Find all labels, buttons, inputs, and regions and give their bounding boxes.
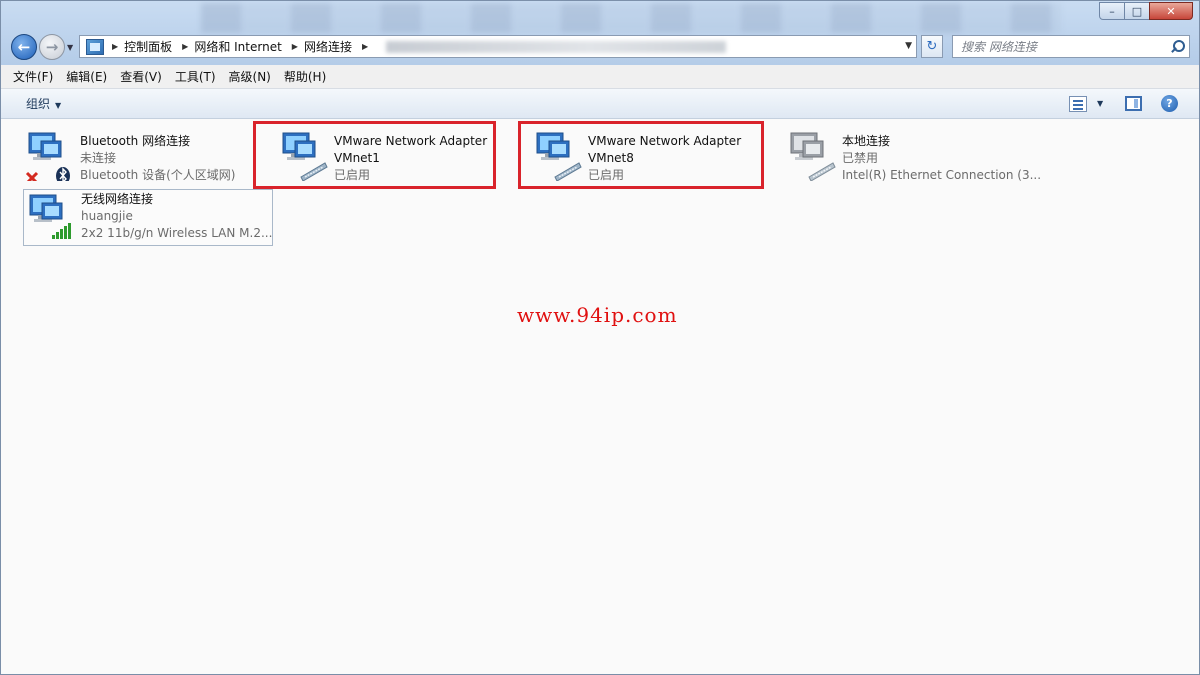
close-button[interactable]: ✕ [1149,2,1193,20]
breadcrumb-control-panel[interactable]: 控制面板 [124,38,172,55]
connection-device: Bluetooth 设备(个人区域网) [80,168,236,182]
chevron-right-icon[interactable]: ▶ [112,42,118,51]
menu-file[interactable]: 文件(F) [13,68,53,85]
menu-help[interactable]: 帮助(H) [284,68,326,85]
blurred-background-text [201,3,1061,33]
menu-bar: 文件(F) 编辑(E) 查看(V) 工具(T) 高级(N) 帮助(H) [1,65,1199,89]
chevron-right-icon[interactable]: ▶ [182,42,188,51]
connection-name: 本地连接 [842,134,891,148]
bluetooth-disconnected-icon [23,129,75,185]
wireless-signal-icon [24,191,76,243]
chevron-right-icon[interactable]: ▶ [292,42,298,51]
connection-wireless[interactable]: 无线网络连接 huangjie 2x2 11b/g/n Wireless LAN… [23,189,273,246]
window-chrome: – □ ✕ ← → ▼ ▶ 控制面板 ▶ 网络和 Internet ▶ 网络连接… [1,1,1199,65]
network-adapter-disabled-icon [785,129,837,182]
connection-status: 未连接 [80,151,117,165]
menu-advanced[interactable]: 高级(N) [229,68,271,85]
connection-info: 本地连接 已禁用 Intel(R) Ethernet Connection (3… [842,133,1041,184]
search-placeholder: 搜索 网络连接 [961,40,1037,54]
connection-info: 无线网络连接 huangjie 2x2 11b/g/n Wireless LAN… [81,191,272,242]
connection-status: huangjie [81,209,133,223]
connection-name: Bluetooth 网络连接 [80,134,191,148]
help-icon[interactable]: ? [1161,95,1178,112]
connection-info: Bluetooth 网络连接 未连接 Bluetooth 设备(个人区域网) [80,133,235,184]
menu-tools[interactable]: 工具(T) [175,68,216,85]
preview-pane-icon[interactable] [1125,96,1142,111]
address-dropdown-icon[interactable]: ▼ [905,41,912,51]
chevron-right-icon[interactable]: ▶ [362,42,368,51]
recent-pages-dropdown-icon[interactable]: ▼ [67,43,73,52]
refresh-button[interactable]: ↻ [921,35,943,58]
control-panel-icon [86,38,104,55]
connection-device: Intel(R) Ethernet Connection (3... [842,168,1042,182]
blurred-address-region [386,40,727,53]
watermark-text: www.94ip.com [517,303,678,327]
organize-button[interactable]: 组织 ▼ [26,95,61,112]
minimize-button[interactable]: – [1099,2,1125,20]
address-bar[interactable]: ▶ 控制面板 ▶ 网络和 Internet ▶ 网络连接 ▶ ▼ [79,35,917,58]
connection-bluetooth[interactable]: Bluetooth 网络连接 未连接 Bluetooth 设备(个人区域网) [23,125,249,185]
maximize-button[interactable]: □ [1124,2,1150,20]
breadcrumb-network-connections[interactable]: 网络连接 [304,38,352,55]
command-bar: 组织 ▼ [1,89,1199,119]
connection-status: 已禁用 [842,151,879,165]
highlight-box-vmnet1 [253,121,496,189]
change-view-icon[interactable] [1069,96,1087,112]
back-button[interactable]: ← [11,34,37,60]
connection-name: 无线网络连接 [81,192,154,206]
chevron-down-icon: ▼ [55,101,62,110]
view-options-dropdown-icon[interactable]: ▼ [1097,99,1103,108]
search-icon[interactable] [1169,39,1185,55]
menu-edit[interactable]: 编辑(E) [66,68,107,85]
connection-device: 2x2 11b/g/n Wireless LAN M.2... [81,226,273,240]
network-connections-window: – □ ✕ ← → ▼ ▶ 控制面板 ▶ 网络和 Internet ▶ 网络连接… [0,0,1200,675]
highlight-box-vmnet8 [518,121,764,189]
forward-button[interactable]: → [39,34,65,60]
menu-view[interactable]: 查看(V) [120,68,162,85]
search-input[interactable]: 搜索 网络连接 [952,35,1190,58]
breadcrumb-network-internet[interactable]: 网络和 Internet [194,38,281,55]
organize-label: 组织 [26,97,51,111]
caption-buttons: – □ ✕ [1099,2,1193,20]
connection-local[interactable]: 本地连接 已禁用 Intel(R) Ethernet Connection (3… [785,125,1041,183]
connections-list: Bluetooth 网络连接 未连接 Bluetooth 设备(个人区域网) V… [1,120,1199,674]
